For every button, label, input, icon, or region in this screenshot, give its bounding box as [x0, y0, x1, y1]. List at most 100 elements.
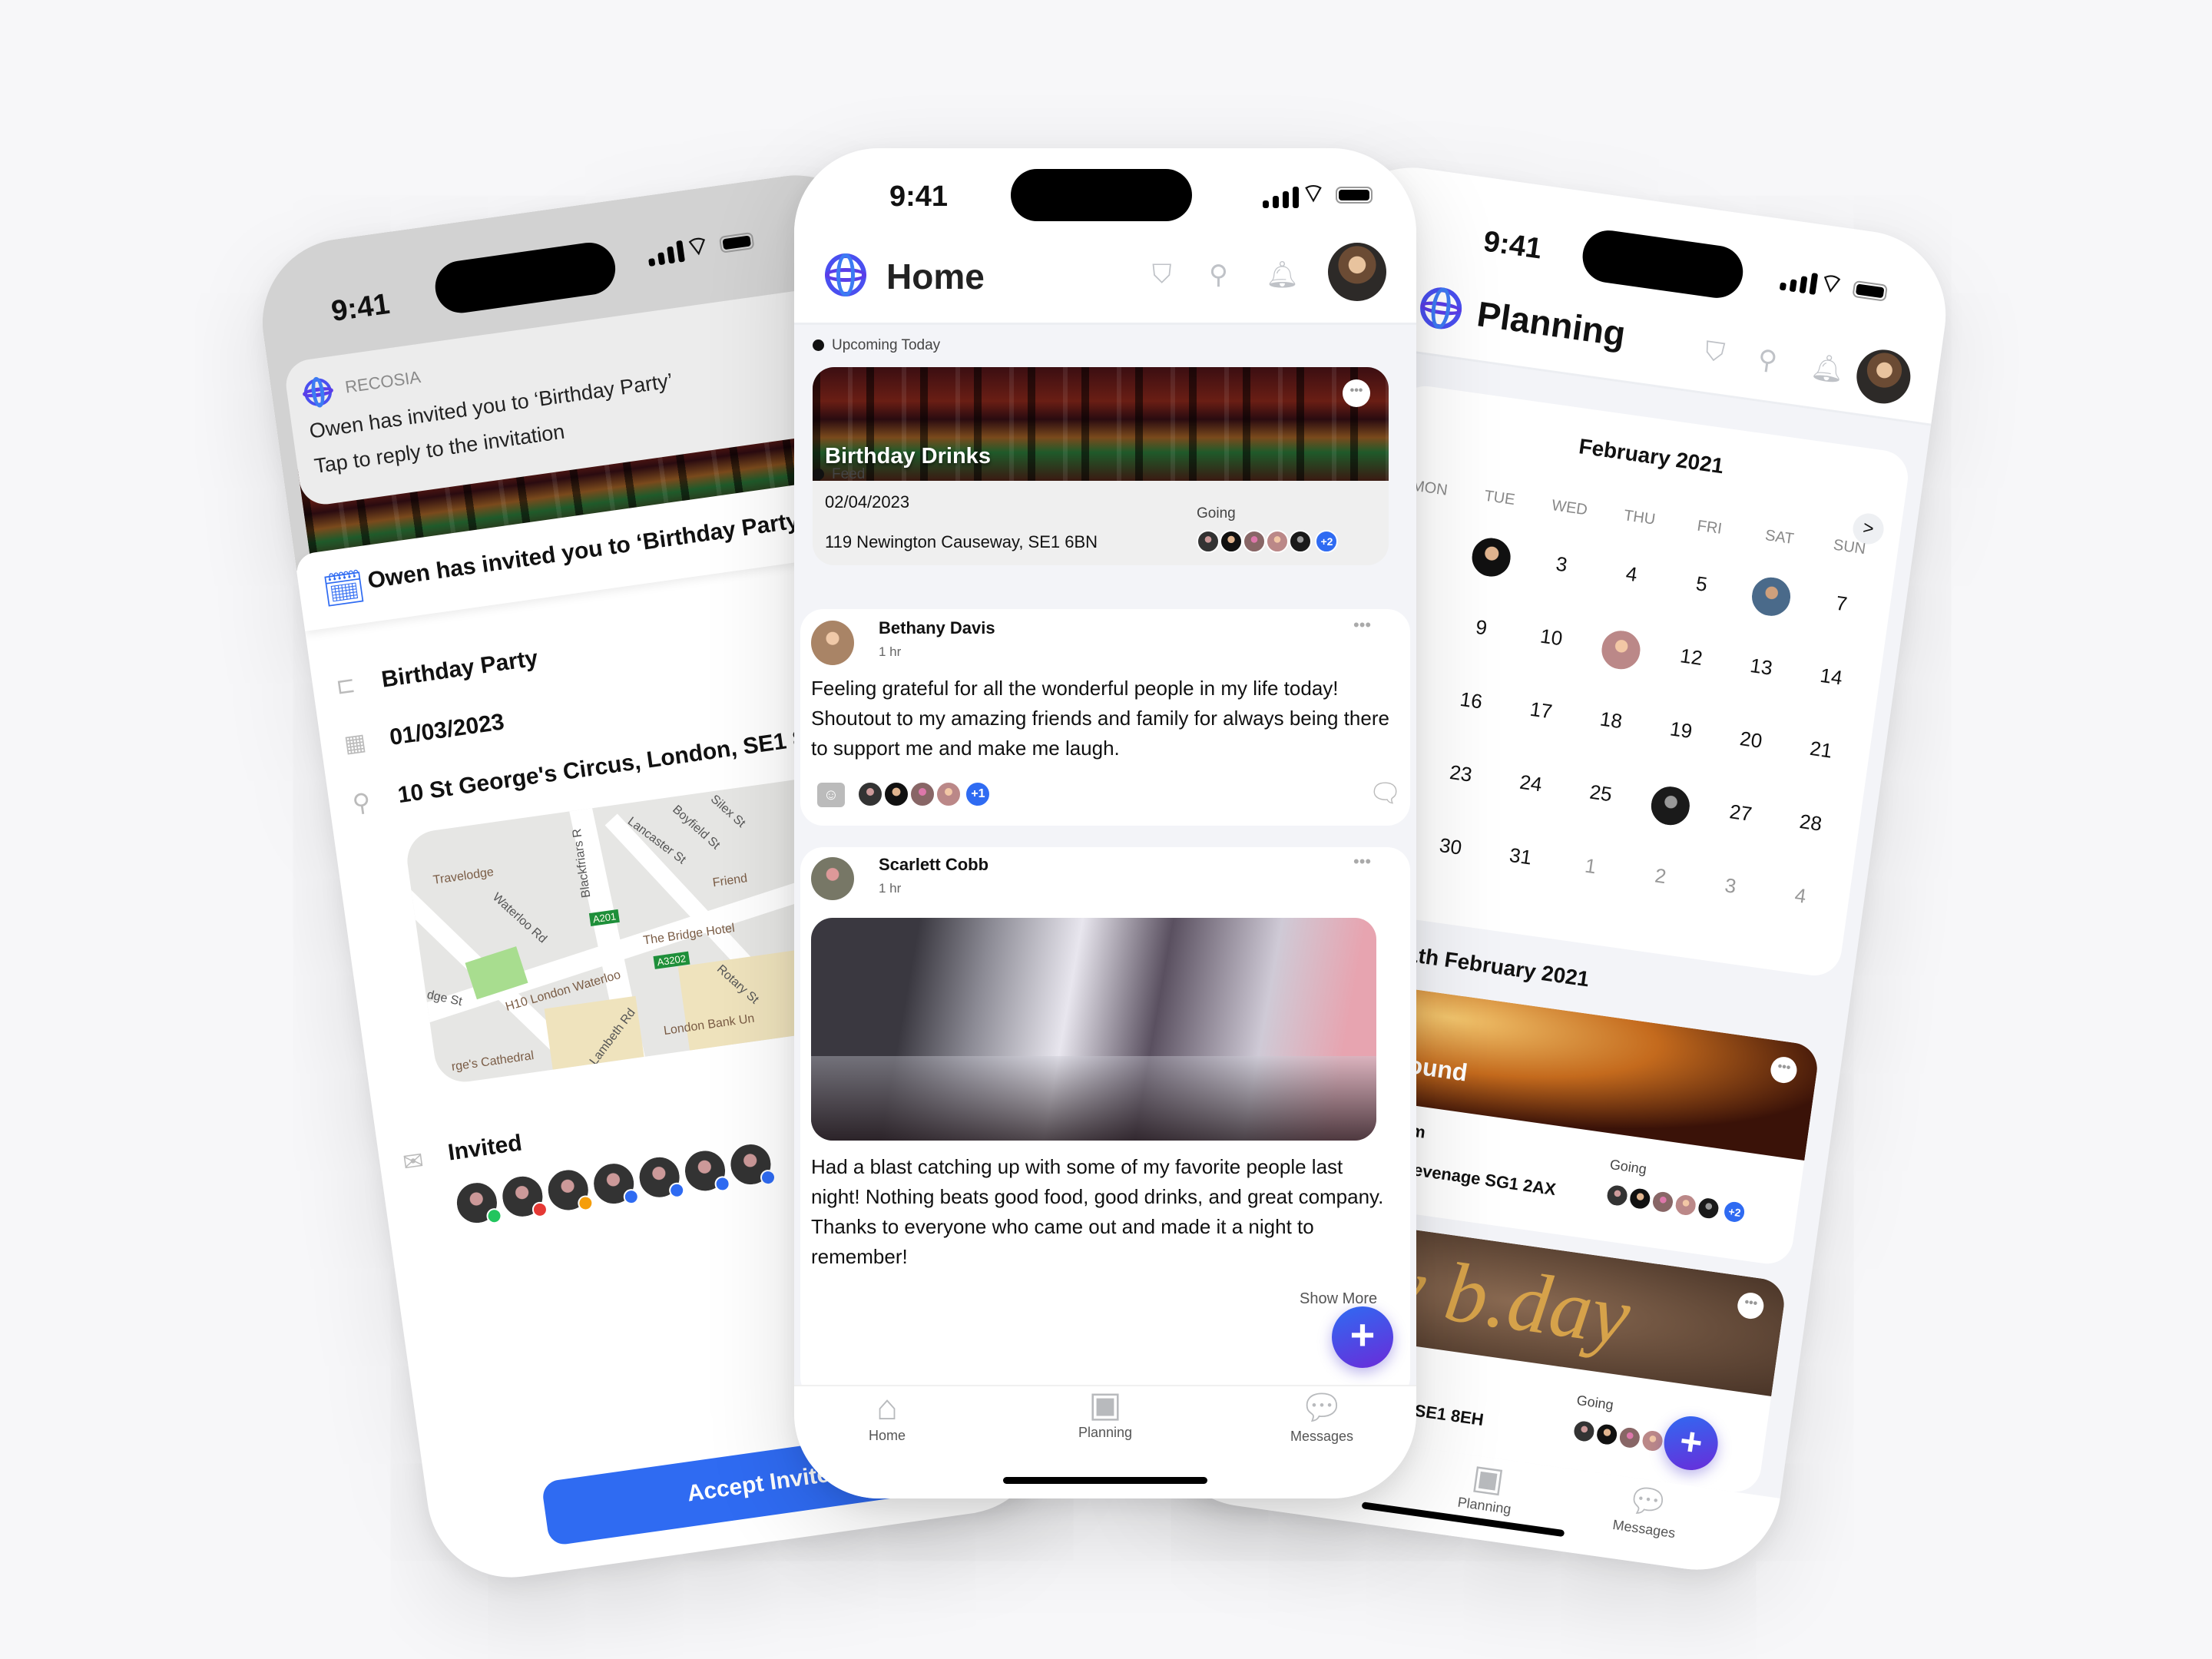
calendar-day[interactable]: 16: [1435, 684, 1507, 717]
section-bullet-icon: [813, 469, 824, 480]
calendar-day[interactable]: 19: [1645, 714, 1717, 747]
event-address: 119 Newington Causeway, SE1 6BN: [825, 532, 1098, 551]
map-label: Silex St: [707, 792, 748, 830]
event-name: Birthday Party: [379, 645, 540, 693]
more-options-icon[interactable]: •••: [1343, 379, 1370, 407]
bell-icon[interactable]: 🔔︎: [1266, 260, 1299, 290]
calendar-day[interactable]: 12: [1655, 641, 1727, 674]
calendar-day-event-avatar[interactable]: [1597, 626, 1644, 674]
wifi-icon: ⌔: [1816, 267, 1846, 300]
map-label: Friend: [711, 872, 749, 890]
calendar-day[interactable]: 14: [1796, 661, 1867, 694]
post-author[interactable]: Scarlett Cobb: [879, 855, 988, 875]
calendar-day[interactable]: 20: [1715, 724, 1786, 757]
weekday-header: SAT: [1763, 527, 1795, 548]
extra-count-badge: +2: [1721, 1199, 1748, 1225]
nav-home[interactable]: ⌂ Home: [830, 1386, 945, 1444]
author-avatar[interactable]: [811, 621, 854, 665]
post-author[interactable]: Bethany Davis: [879, 618, 995, 638]
recosia-logo-icon: [302, 376, 334, 409]
chat-icon: 💬︎: [1299, 1387, 1345, 1427]
calendar-day[interactable]: 3: [1525, 548, 1597, 581]
wifi-icon: ⌔: [683, 230, 712, 263]
signal-icon: [1263, 185, 1299, 208]
reaction-avatars[interactable]: +1: [857, 781, 992, 807]
upcoming-event-card[interactable]: Birthday Drinks ••• 02/04/2023 119 Newin…: [813, 367, 1389, 565]
status-time: 9:41: [889, 180, 949, 213]
map-label: Travelodge: [432, 866, 495, 887]
search-icon[interactable]: ⚲: [1209, 260, 1228, 290]
calendar-day[interactable]: 23: [1425, 757, 1496, 790]
calendar-day[interactable]: 24: [1495, 767, 1566, 800]
reaction-extra-badge: +1: [965, 781, 992, 807]
post-image[interactable]: [811, 918, 1376, 1141]
invited-label: Invited: [446, 1130, 524, 1166]
calendar-day[interactable]: 31: [1485, 840, 1556, 873]
day-heading: 1th February 2021: [1405, 942, 1591, 992]
show-more-link[interactable]: Show More: [1300, 1290, 1377, 1308]
going-avatars[interactable]: +2: [1197, 530, 1339, 553]
invitee-avatar[interactable]: [680, 1146, 731, 1196]
bell-icon[interactable]: 🔔︎: [1809, 351, 1846, 386]
add-post-button[interactable]: +: [1332, 1306, 1393, 1368]
calendar-day[interactable]: 27: [1705, 796, 1777, 830]
calendar-day[interactable]: 9: [1445, 611, 1517, 644]
calendar-day[interactable]: 21: [1785, 733, 1856, 767]
event-date: 01/03/2023: [388, 709, 506, 750]
invitee-avatar[interactable]: [544, 1165, 594, 1215]
calendar-day[interactable]: 7: [1806, 588, 1877, 621]
going-avatars[interactable]: [1571, 1418, 1666, 1454]
map-pin-icon[interactable]: ⛉: [1703, 336, 1727, 369]
calendar-day[interactable]: 2: [1624, 859, 1696, 892]
calendar-day[interactable]: 4: [1764, 879, 1836, 912]
event-date: 02/04/2023: [825, 492, 910, 512]
more-options-icon[interactable]: •••: [1353, 852, 1371, 872]
envelope-icon: ✉: [401, 1146, 426, 1177]
calendar-day[interactable]: 5: [1666, 568, 1737, 601]
calendar-day[interactable]: 25: [1565, 777, 1637, 810]
more-options-icon[interactable]: •••: [1353, 615, 1371, 635]
calendar-day[interactable]: 3: [1694, 869, 1766, 902]
invite-status-pending-icon: [759, 1168, 777, 1187]
nav-planning[interactable]: ▣ Planning: [1048, 1383, 1163, 1441]
invitee-avatar[interactable]: [452, 1178, 503, 1227]
calendar-edit-icon: 🗓: [320, 567, 369, 611]
calendar-day[interactable]: 18: [1575, 704, 1647, 737]
invitee-avatar[interactable]: [589, 1159, 641, 1208]
calendar-day-event-avatar[interactable]: [1647, 782, 1694, 830]
going-label: Going: [1608, 1156, 1648, 1177]
invitee-avatar[interactable]: [498, 1172, 549, 1221]
wifi-icon: ⌔: [1301, 179, 1326, 208]
feed-post: Scarlett Cobb 1 hr ••• Had a blast catch…: [800, 847, 1410, 1400]
calendar-icon: ▦: [342, 729, 368, 758]
nav-messages[interactable]: 💬︎ Messages: [1264, 1386, 1379, 1445]
invite-status-pending-icon: [714, 1175, 731, 1193]
calendar-day-event-avatar[interactable]: [1468, 534, 1515, 581]
feed-section-label: Feed: [813, 466, 865, 483]
calendar-day[interactable]: 10: [1515, 621, 1587, 654]
invitee-avatar[interactable]: [726, 1140, 777, 1189]
nav-label: Messages: [1290, 1429, 1354, 1444]
map-pin-icon[interactable]: ⛉: [1152, 260, 1172, 290]
label-icon: ⊏: [334, 671, 357, 700]
signal-icon: [1779, 267, 1819, 295]
calendar-day[interactable]: 30: [1415, 830, 1486, 863]
weekday-header: WED: [1550, 497, 1589, 519]
map-label: Boyfield St: [670, 803, 723, 853]
comment-icon[interactable]: 🗨︎: [1369, 778, 1402, 809]
upcoming-section-label: Upcoming Today: [813, 337, 940, 354]
calendar-day[interactable]: 13: [1725, 651, 1796, 684]
calendar-day[interactable]: 28: [1775, 806, 1846, 839]
calendar-day[interactable]: 1: [1555, 849, 1626, 882]
calendar-day[interactable]: 17: [1505, 694, 1577, 727]
recosia-logo-icon[interactable]: [825, 253, 866, 296]
location-pin-icon: ⚲: [350, 787, 373, 818]
invitee-avatar[interactable]: [634, 1153, 686, 1202]
add-reaction-icon[interactable]: ☺: [817, 783, 845, 807]
profile-avatar[interactable]: [1328, 243, 1386, 301]
going-avatars[interactable]: +2: [1604, 1182, 1748, 1225]
author-avatar[interactable]: [811, 857, 854, 900]
calendar-day[interactable]: 4: [1596, 558, 1667, 591]
calendar-day-event-avatar[interactable]: [1747, 573, 1795, 621]
map-label: Waterloo Rd: [489, 890, 549, 946]
